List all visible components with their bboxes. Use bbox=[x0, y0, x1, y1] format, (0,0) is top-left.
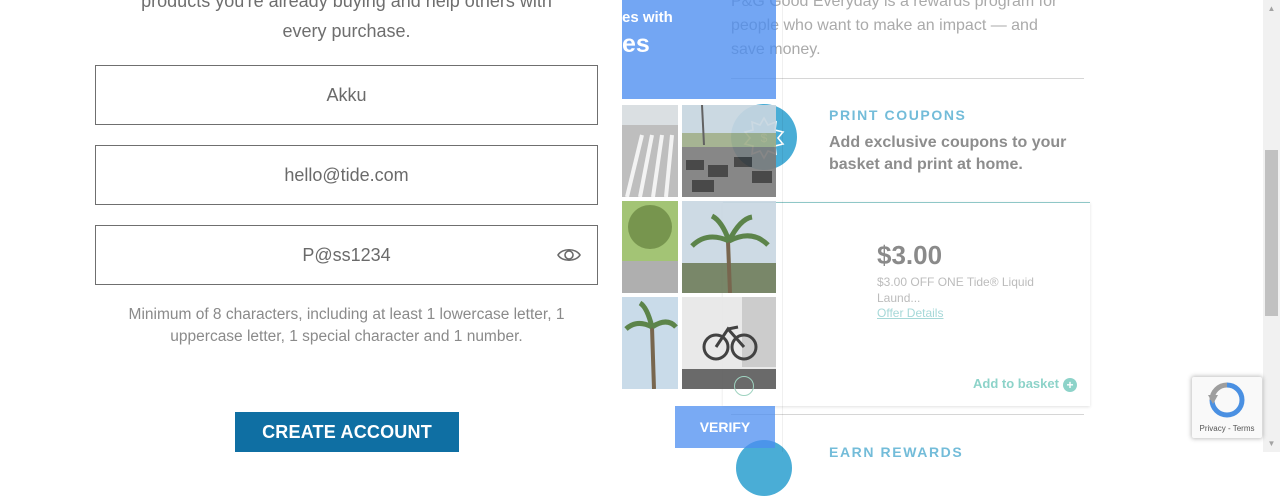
captcha-tile-palm-tree-2[interactable] bbox=[622, 297, 678, 389]
show-password-eye-icon[interactable] bbox=[557, 245, 581, 265]
recaptcha-logo-icon bbox=[1208, 382, 1245, 418]
privacy-link[interactable]: Privacy bbox=[1200, 424, 1226, 433]
offer-text: $3.00 OFF ONE Tide® Liquid Laund... bbox=[877, 275, 1034, 305]
name-field[interactable] bbox=[95, 65, 598, 125]
captcha-header: es with es bbox=[622, 0, 776, 99]
captcha-tile-palm-tree[interactable] bbox=[682, 201, 776, 293]
captcha-instruction: es with bbox=[622, 9, 673, 26]
captcha-tile-bicycle[interactable] bbox=[682, 297, 776, 389]
intro-text: products you're already buying and help … bbox=[95, 0, 598, 46]
intro-line-2: every purchase. bbox=[282, 21, 411, 41]
email-input[interactable] bbox=[96, 146, 597, 204]
scrollbar-thumb[interactable] bbox=[1265, 150, 1278, 316]
captcha-tile-crosswalk[interactable] bbox=[622, 105, 678, 197]
captcha-tile-parking-lot[interactable] bbox=[682, 105, 776, 197]
captcha-tile-street-trees[interactable] bbox=[622, 201, 678, 293]
password-input[interactable] bbox=[96, 226, 597, 284]
add-to-basket-label: Add to basket bbox=[973, 376, 1059, 391]
divider bbox=[731, 78, 1084, 79]
scroll-up-arrow-icon[interactable]: ▲ bbox=[1263, 0, 1280, 17]
password-hint: Minimum of 8 characters, including at le… bbox=[128, 306, 565, 345]
earn-rewards-title: EARN REWARDS bbox=[829, 444, 964, 460]
offer-price: $3.00 bbox=[877, 240, 943, 270]
offer-details-link[interactable]: Offer Details bbox=[877, 306, 943, 320]
audio-challenge-icon[interactable] bbox=[734, 376, 754, 396]
divider bbox=[731, 414, 1084, 415]
name-input[interactable] bbox=[96, 66, 597, 124]
scroll-down-arrow-icon[interactable]: ▼ bbox=[1263, 435, 1280, 452]
intro-line-1: products you're already buying and help … bbox=[141, 0, 552, 11]
link-separator: - bbox=[1225, 424, 1233, 433]
email-field[interactable] bbox=[95, 145, 598, 205]
add-to-basket-button[interactable]: Add to basket + bbox=[973, 376, 1077, 392]
plus-icon: + bbox=[1062, 377, 1077, 392]
recaptcha-badge[interactable]: Privacy - Terms bbox=[1192, 377, 1262, 438]
print-coupons-title: PRINT COUPONS bbox=[829, 107, 967, 123]
terms-link[interactable]: Terms bbox=[1233, 424, 1255, 433]
print-coupons-description: Add exclusive coupons to your basket and… bbox=[829, 134, 1067, 173]
recaptcha-links: Privacy - Terms bbox=[1192, 424, 1262, 433]
password-field[interactable] bbox=[95, 225, 598, 285]
captcha-target: es bbox=[622, 30, 650, 58]
verify-button[interactable]: VERIFY bbox=[675, 406, 775, 448]
create-account-button[interactable]: CREATE ACCOUNT bbox=[235, 412, 459, 452]
